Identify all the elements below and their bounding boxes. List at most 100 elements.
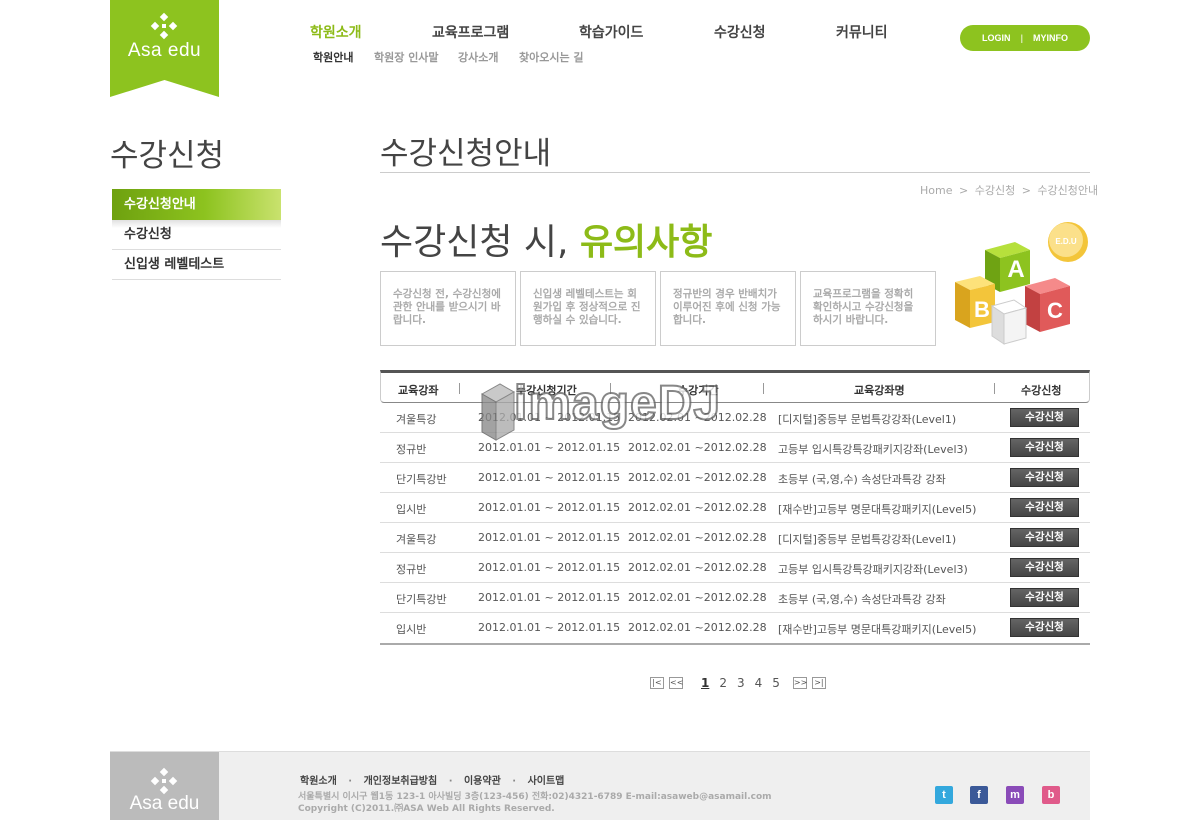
logo[interactable]: Asa edu — [110, 0, 219, 97]
table-row: 겨울특강 2012.01.01 ~ 2012.01.15 2012.02.01 … — [380, 523, 1090, 553]
cell-course-name: [디지털]중등부 문법특강강좌(Level1) — [778, 533, 957, 546]
cell-course-name: [재수반]고등부 명문대특강패키지(Level5) — [778, 503, 977, 516]
page-number[interactable]: 1 — [701, 676, 709, 690]
table-row: 겨울특강 2012.01.01 ~ 2012.01.15 2012.02.01 … — [380, 403, 1090, 433]
sidebar-item-enroll-info[interactable]: 수강신청안내 — [112, 189, 281, 220]
cell-course-type: 겨울특강 — [396, 533, 437, 546]
table-row: 단기특강반 2012.01.01 ~ 2012.01.15 2012.02.01… — [380, 463, 1090, 493]
sub-nav-item-directions[interactable]: 찾아오시는 길 — [519, 49, 584, 65]
edu-badge-text: E.D.U — [1055, 237, 1077, 246]
myinfo-link[interactable]: MYINFO — [1033, 33, 1068, 43]
footer-logo-mark-icon — [150, 767, 178, 795]
sidebar-title: 수강신청 — [110, 138, 225, 174]
notice-box: 교육프로그램을 정확히 확인하시고 수강신청을 하시기 바랍니다. — [800, 271, 936, 346]
cell-course-name: 고등부 입시특강특강패키지강좌(Level3) — [778, 563, 968, 576]
pagination: |< << 1 2 3 4 5 >> >| — [650, 675, 831, 691]
page-number[interactable]: 5 — [772, 676, 780, 690]
footer-link-privacy[interactable]: 개인정보취급방침 — [364, 776, 438, 787]
sub-nav-item-greeting[interactable]: 학원장 인사말 — [374, 49, 439, 65]
login-link[interactable]: LOGIN — [982, 33, 1011, 43]
block-c-letter: C — [1047, 298, 1063, 323]
cell-period: 2012.02.01 ~2012.02.28 — [628, 591, 767, 604]
cell-course-type: 정규반 — [396, 563, 427, 576]
table-row: 입시반 2012.01.01 ~ 2012.01.15 2012.02.01 ~… — [380, 493, 1090, 523]
cell-course-type: 입시반 — [396, 503, 427, 516]
apply-button[interactable]: 수강신청 — [1010, 498, 1079, 517]
footer-link-sitemap[interactable]: 사이트맵 — [528, 776, 565, 787]
breadcrumb: Home > 수강신청 > 수강신청안내 — [920, 182, 1098, 198]
cell-apply-period: 2012.01.01 ~ 2012.01.15 — [478, 501, 621, 514]
header-separator — [994, 383, 995, 394]
cell-period: 2012.02.01 ~2012.02.28 — [628, 471, 767, 484]
first-page-button[interactable]: |< — [650, 677, 664, 689]
page-number[interactable]: 3 — [737, 676, 745, 690]
apply-button[interactable]: 수강신청 — [1010, 438, 1079, 457]
table-row: 정규반 2012.01.01 ~ 2012.01.15 2012.02.01 ~… — [380, 433, 1090, 463]
table-row: 입시반 2012.01.01 ~ 2012.01.15 2012.02.01 ~… — [380, 613, 1090, 645]
sidebar-item-enroll[interactable]: 수강신청 — [112, 220, 281, 250]
breadcrumb-enroll[interactable]: 수강신청 — [975, 184, 1015, 197]
breadcrumb-home[interactable]: Home — [920, 184, 952, 197]
cell-course-name: 초등부 (국,영,수) 속성단과특강 강좌 — [778, 473, 946, 486]
cell-course-name: [디지털]중등부 문법특강강좌(Level1) — [778, 413, 957, 426]
footer-link-about[interactable]: 학원소개 — [300, 776, 337, 787]
twitter-icon[interactable]: t — [935, 786, 953, 804]
cell-apply-period: 2012.01.01 ~ 2012.01.15 — [478, 411, 621, 424]
nav-item-community[interactable]: 커뮤니티 — [836, 22, 888, 42]
column-header-apply-period: 수강신청기간 — [516, 384, 577, 397]
column-header-course-name: 교육강좌명 — [854, 384, 905, 397]
cell-period: 2012.02.01 ~2012.02.28 — [628, 561, 767, 574]
sidebar-item-level-test[interactable]: 신입생 레벨테스트 — [112, 250, 281, 280]
footer-link-separator: · — [348, 776, 353, 787]
blog-icon[interactable]: b — [1042, 786, 1060, 804]
apply-button[interactable]: 수강신청 — [1010, 528, 1079, 547]
nav-item-about[interactable]: 학원소개 — [310, 22, 362, 42]
headline: 수강신청 시, 유의사항 — [380, 213, 712, 265]
footer-link-separator: · — [512, 776, 517, 787]
cell-period: 2012.02.01 ~2012.02.28 — [628, 411, 767, 424]
page-number[interactable]: 2 — [719, 676, 727, 690]
sub-nav-item-teachers[interactable]: 강사소개 — [458, 49, 498, 65]
nav-item-enroll[interactable]: 수강신청 — [714, 22, 766, 42]
apply-button[interactable]: 수강신청 — [1010, 558, 1079, 577]
last-page-button[interactable]: >| — [811, 677, 826, 689]
page-number[interactable]: 4 — [755, 676, 763, 690]
prev-page-button[interactable]: << — [669, 677, 683, 689]
cell-period: 2012.02.01 ~2012.02.28 — [628, 501, 767, 514]
cell-period: 2012.02.01 ~2012.02.28 — [628, 621, 767, 634]
apply-button[interactable]: 수강신청 — [1010, 588, 1079, 607]
title-divider — [380, 172, 1090, 173]
facebook-icon[interactable]: f — [970, 786, 988, 804]
nav-item-guide[interactable]: 학습가이드 — [579, 22, 643, 42]
cell-apply-period: 2012.01.01 ~ 2012.01.15 — [478, 591, 621, 604]
header-separator — [459, 383, 460, 394]
footer-logo-text: Asa edu — [129, 793, 200, 814]
table-header: 교육강좌 수강신청기간 수강기간 교육강좌명 수강신청 — [380, 370, 1090, 403]
logo-text: Asa edu — [127, 40, 202, 61]
header-separator — [763, 383, 764, 394]
sub-nav-item-info[interactable]: 학원안내 — [313, 49, 353, 65]
footer: Asa edu 학원소개 · 개인정보취급방침 · 이용약관 · 사이트맵 서울… — [110, 751, 1090, 820]
me2day-icon[interactable]: m — [1006, 786, 1024, 804]
cell-apply-period: 2012.01.01 ~ 2012.01.15 — [478, 561, 621, 574]
cell-course-type: 단기특강반 — [396, 473, 447, 486]
sidebar-menu: 수강신청안내 수강신청 신입생 레벨테스트 — [112, 189, 281, 280]
next-page-button[interactable]: >> — [792, 677, 807, 689]
cell-course-name: 고등부 입시특강특강패키지강좌(Level3) — [778, 443, 968, 456]
apply-button[interactable]: 수강신청 — [1010, 408, 1079, 427]
footer-copyright: Copyright (C)2011.㈜ASA Web All Rights Re… — [298, 804, 555, 814]
footer-link-separator: · — [448, 776, 453, 787]
nav-item-programs[interactable]: 교육프로그램 — [432, 22, 509, 42]
notice-box: 수강신청 전, 수강신청에 관한 안내를 받으시기 바랍니다. — [380, 271, 516, 346]
table-row: 단기특강반 2012.01.01 ~ 2012.01.15 2012.02.01… — [380, 583, 1090, 613]
headline-text: 수강신청 시, — [380, 222, 580, 263]
cell-course-type: 겨울특강 — [396, 413, 437, 426]
header-separator — [610, 383, 611, 394]
cell-course-type: 정규반 — [396, 443, 427, 456]
apply-button[interactable]: 수강신청 — [1010, 468, 1079, 487]
footer-links: 학원소개 · 개인정보취급방침 · 이용약관 · 사이트맵 — [300, 772, 564, 787]
page-title: 수강신청안내 — [380, 136, 552, 172]
column-header-action: 수강신청 — [1021, 384, 1062, 397]
footer-link-terms[interactable]: 이용약관 — [464, 776, 501, 787]
apply-button[interactable]: 수강신청 — [1010, 618, 1079, 637]
